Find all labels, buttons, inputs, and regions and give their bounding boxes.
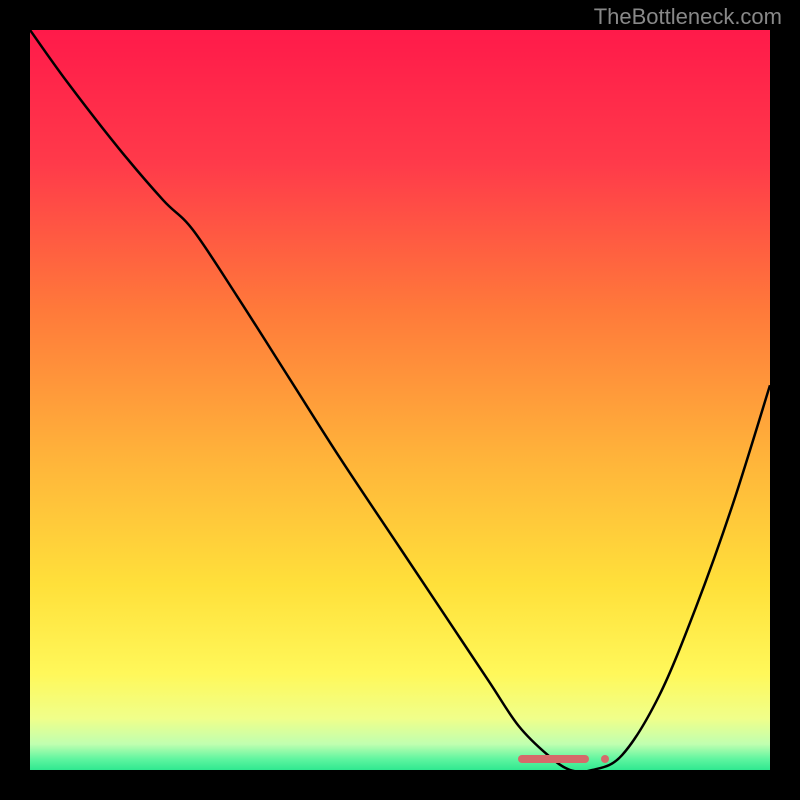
- optimal-range-marker: [518, 755, 589, 763]
- chart-plot-area: [30, 30, 770, 770]
- watermark-text: TheBottleneck.com: [594, 4, 782, 30]
- bottleneck-curve: [30, 30, 770, 770]
